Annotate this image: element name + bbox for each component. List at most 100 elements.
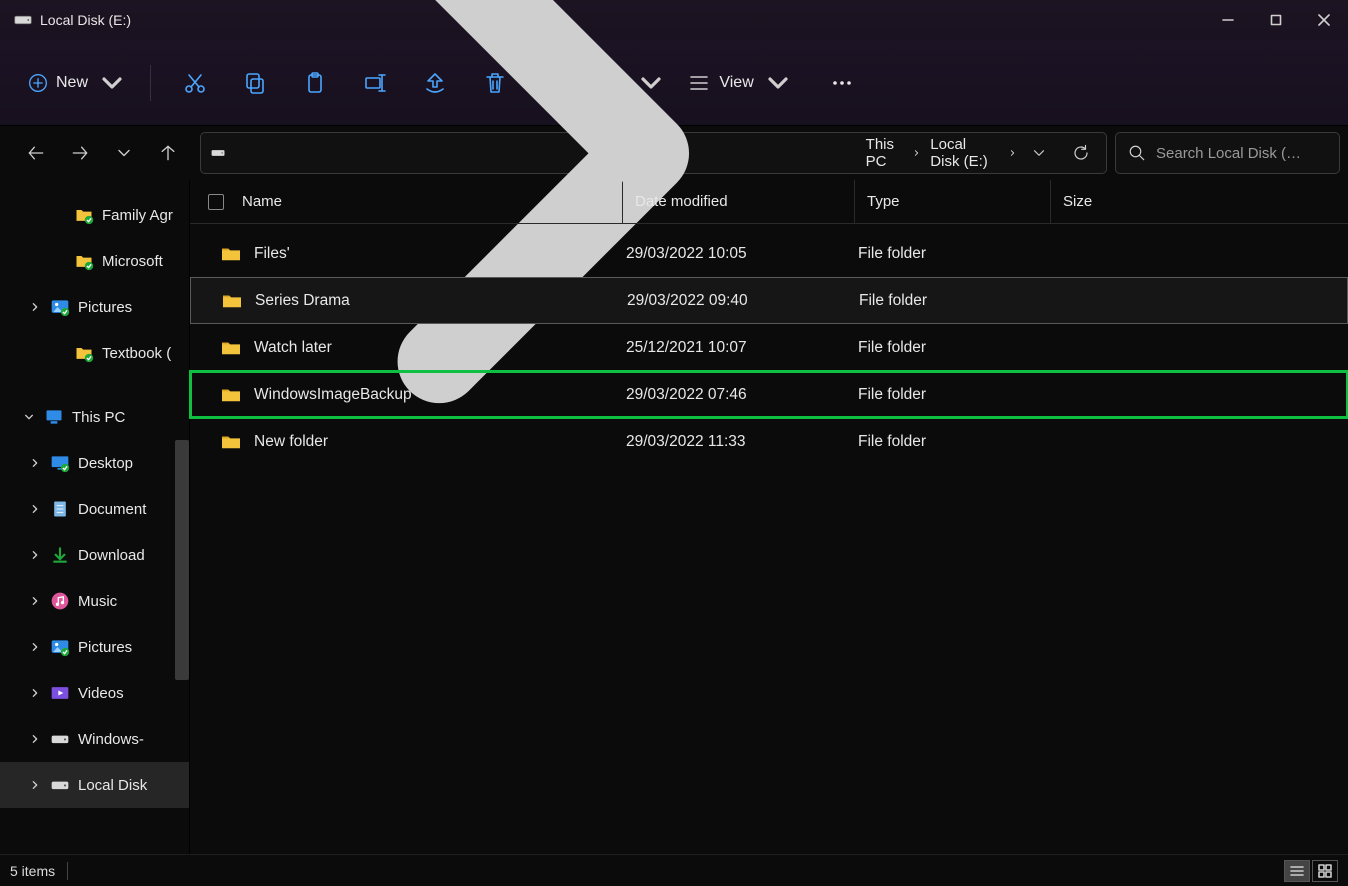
thumbnails-view-button[interactable] [1312, 860, 1338, 882]
search-box[interactable] [1115, 132, 1340, 174]
sidebar-scrollbar-thumb[interactable] [175, 440, 189, 680]
sidebar-item[interactable]: Music [0, 578, 189, 624]
tree-expander[interactable] [28, 596, 42, 606]
forward-button[interactable] [62, 135, 98, 171]
arrow-right-icon [70, 143, 90, 163]
sidebar-item[interactable]: Windows- [0, 716, 189, 762]
sidebar-item[interactable]: Pictures [0, 284, 189, 330]
pc-icon [44, 407, 64, 427]
new-button[interactable]: New [18, 65, 134, 101]
sidebar-item[interactable]: Pictures [0, 624, 189, 670]
breadcrumb-segment[interactable]: This PC [862, 134, 908, 172]
folder-icon [220, 245, 242, 263]
toolbar-separator [150, 65, 151, 101]
chevron-down-icon [114, 143, 134, 163]
status-bar: 5 items [0, 854, 1348, 886]
chevron-right-icon [913, 148, 920, 158]
file-type: File folder [859, 292, 1055, 310]
documents-icon [50, 499, 70, 519]
sidebar-item-label: Textbook ( [102, 345, 171, 362]
file-type: File folder [858, 386, 1054, 404]
drive-icon [50, 775, 70, 795]
tree-expander[interactable] [28, 780, 42, 790]
column-header-date[interactable]: Date modified [622, 180, 854, 223]
file-name: Series Drama [255, 292, 627, 310]
tree-expander[interactable] [28, 550, 42, 560]
sidebar-item[interactable]: This PC [0, 394, 189, 440]
minimize-button[interactable] [1204, 0, 1252, 40]
tree-expander[interactable] [28, 458, 42, 468]
address-bar[interactable]: This PC Local Disk (E:) [200, 132, 1107, 174]
chevron-right-icon [1009, 148, 1016, 158]
details-view-icon [1290, 864, 1304, 878]
file-rows: Files' 29/03/2022 10:05 File folder Seri… [190, 224, 1348, 465]
plus-circle-icon [28, 73, 48, 93]
column-header-label: Size [1063, 193, 1092, 210]
file-date: 29/03/2022 10:05 [626, 245, 858, 263]
chevron-down-icon [1030, 144, 1048, 162]
search-icon [1128, 144, 1146, 162]
details-view-button[interactable] [1284, 860, 1310, 882]
videos-icon [50, 683, 70, 703]
file-name: WindowsImageBackup [254, 386, 626, 404]
view-mode-switch [1284, 860, 1338, 882]
cut-button[interactable] [167, 59, 223, 107]
sidebar-item[interactable]: Desktop [0, 440, 189, 486]
desktop-sync-icon [50, 453, 70, 473]
window-controls [1204, 0, 1348, 40]
table-row[interactable]: Watch later 25/12/2021 10:07 File folder [190, 324, 1348, 371]
table-row[interactable]: Series Drama 29/03/2022 09:40 File folde… [190, 277, 1348, 324]
sidebar-item-label: Local Disk [78, 777, 147, 794]
sidebar-item-label: Microsoft [102, 253, 163, 270]
main-area: Family Agr Microsoft Pictures Textbook (… [0, 180, 1348, 854]
back-button[interactable] [18, 135, 54, 171]
maximize-button[interactable] [1252, 0, 1300, 40]
column-header-type[interactable]: Type [854, 180, 1050, 223]
tree-expander[interactable] [28, 688, 42, 698]
table-row[interactable]: WindowsImageBackup 29/03/2022 07:46 File… [190, 371, 1348, 418]
sidebar-item[interactable]: Textbook ( [0, 330, 189, 376]
column-header-size[interactable]: Size [1050, 180, 1170, 223]
tree-expander[interactable] [28, 734, 42, 744]
table-row[interactable]: New folder 29/03/2022 11:33 File folder [190, 418, 1348, 465]
close-button[interactable] [1300, 0, 1348, 40]
sidebar-item[interactable]: Videos [0, 670, 189, 716]
pictures-sync-icon [50, 637, 70, 657]
address-dropdown-button[interactable] [1022, 136, 1056, 170]
column-header-label: Name [242, 193, 282, 210]
sidebar-item[interactable]: Family Agr [0, 192, 189, 238]
recent-button[interactable] [106, 135, 142, 171]
sidebar-item[interactable]: Download [0, 532, 189, 578]
folder-sync-icon [74, 343, 94, 363]
sort-indicator [610, 178, 634, 188]
sidebar-item[interactable]: Microsoft [0, 238, 189, 284]
breadcrumb-segment[interactable]: Local Disk (E:) [926, 134, 1003, 172]
file-date: 25/12/2021 10:07 [626, 339, 858, 357]
breadcrumb-label: This PC [866, 136, 904, 170]
table-row[interactable]: Files' 29/03/2022 10:05 File folder [190, 230, 1348, 277]
refresh-icon [1072, 144, 1090, 162]
select-all-checkbox[interactable] [208, 194, 242, 210]
sidebar-item-label: Download [78, 547, 145, 564]
window-title-text: Local Disk (E:) [40, 12, 131, 28]
search-input[interactable] [1156, 145, 1340, 162]
column-header-name[interactable]: Name [242, 193, 622, 210]
tree-expander[interactable] [28, 642, 42, 652]
drive-icon [50, 729, 70, 749]
column-headers: Name Date modified Type Size [190, 180, 1348, 224]
sidebar-item[interactable]: Local Disk [0, 762, 189, 808]
file-type: File folder [858, 339, 1054, 357]
sidebar-item-label: Pictures [78, 299, 132, 316]
file-date: 29/03/2022 07:46 [626, 386, 858, 404]
scissors-icon [183, 71, 207, 95]
tree-expander[interactable] [28, 504, 42, 514]
tree-expander[interactable] [22, 412, 36, 422]
up-button[interactable] [150, 135, 186, 171]
folder-icon [220, 433, 242, 451]
arrow-up-icon [158, 143, 178, 163]
file-date: 29/03/2022 11:33 [626, 433, 858, 451]
window-title: Local Disk (E:) [14, 12, 131, 28]
sidebar-item[interactable]: Document [0, 486, 189, 532]
refresh-button[interactable] [1064, 136, 1098, 170]
tree-expander[interactable] [28, 302, 42, 312]
